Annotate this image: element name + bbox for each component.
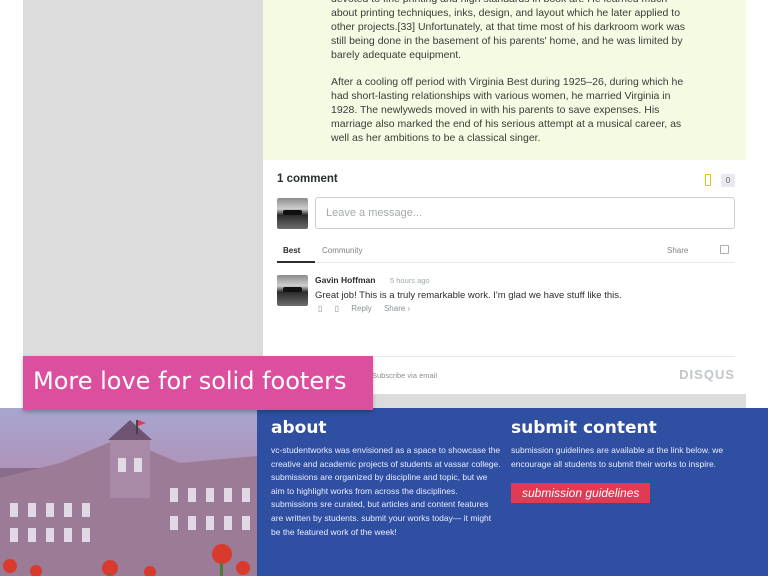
tab-best[interactable]: Best bbox=[283, 246, 300, 255]
comment-timestamp[interactable]: 5 hours ago bbox=[390, 276, 430, 285]
building-illustration bbox=[0, 420, 257, 576]
upvote-icon[interactable]: ▯ bbox=[318, 304, 322, 313]
share-button[interactable]: Share bbox=[667, 246, 688, 255]
tab-community[interactable]: Community bbox=[322, 246, 362, 255]
footer-about: about vc-studentworks was envisioned as … bbox=[271, 418, 501, 539]
submission-guidelines-button[interactable]: submission guidelines bbox=[511, 483, 651, 504]
footer-about-title: about bbox=[271, 418, 327, 438]
disqus-logo[interactable]: DISQUS bbox=[679, 367, 735, 382]
article-text: devoted to fine printing and high standa… bbox=[331, 0, 687, 158]
comment-actions: ▯ ▯ Reply Share › bbox=[318, 304, 420, 313]
comment-share-button[interactable]: Share › bbox=[384, 304, 410, 313]
comment-input[interactable] bbox=[315, 197, 735, 229]
article-paragraph: After a cooling off period with Virginia… bbox=[331, 76, 684, 144]
vassar-building-image bbox=[0, 408, 257, 576]
downvote-icon[interactable]: ▯ bbox=[335, 304, 339, 313]
subscribe-link[interactable]: Subscribe via email bbox=[372, 371, 437, 380]
footer-submit-title: submit content bbox=[511, 418, 657, 438]
site-footer: about vc-studentworks was envisioned as … bbox=[0, 408, 768, 576]
active-tab-indicator bbox=[277, 261, 315, 263]
footer-submit-text: submission guidelines are available at t… bbox=[511, 445, 724, 469]
banner-title: More love for solid footers bbox=[33, 367, 347, 395]
comment-count: 1 comment bbox=[277, 173, 338, 185]
favorite-icon[interactable] bbox=[705, 174, 711, 186]
footer-about-text: vc-studentworks was envisioned as a spac… bbox=[271, 445, 501, 537]
reply-button[interactable]: Reply bbox=[351, 304, 371, 313]
article-paragraph: devoted to fine printing and high standa… bbox=[331, 0, 686, 61]
comment-author[interactable]: Gavin Hoffman bbox=[315, 275, 375, 285]
comment-tabs: Best Community Share bbox=[277, 238, 735, 263]
footer-submit: submit content submission guidelines are… bbox=[511, 418, 751, 504]
comment-author-avatar[interactable] bbox=[277, 275, 308, 306]
settings-icon[interactable] bbox=[720, 245, 729, 254]
highlight-banner: More love for solid footers bbox=[23, 356, 373, 410]
current-user-avatar[interactable] bbox=[277, 198, 308, 229]
favorite-count: 0 bbox=[721, 174, 735, 187]
page-left-gutter bbox=[23, 0, 263, 408]
comment-body: Great job! This is a truly remarkable wo… bbox=[315, 290, 622, 301]
